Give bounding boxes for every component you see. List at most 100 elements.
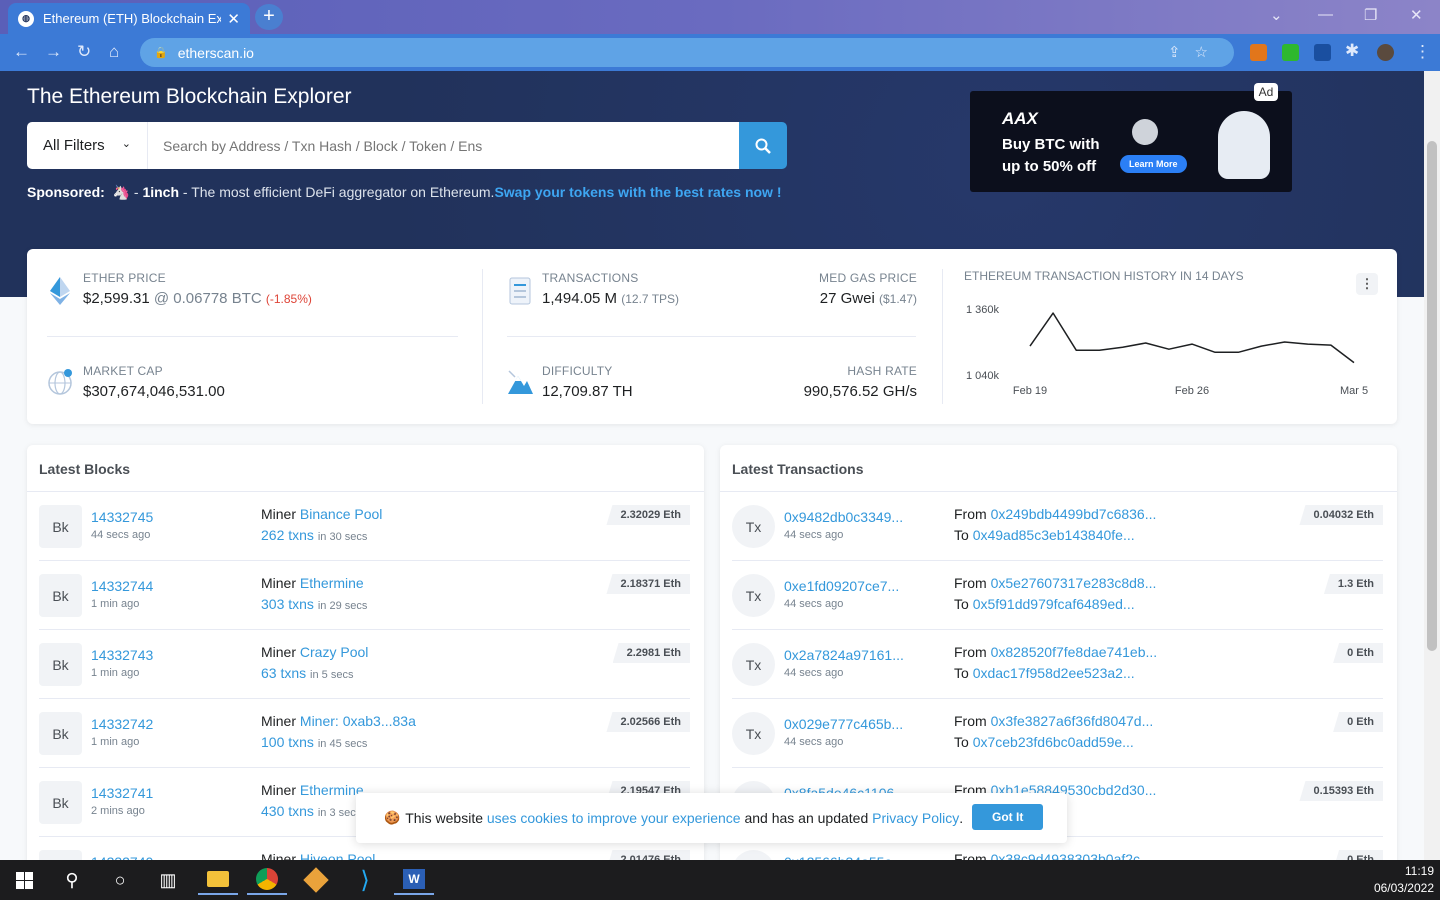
scrollbar-thumb[interactable]	[1427, 141, 1437, 651]
chart-menu-button[interactable]: ⋮	[1356, 273, 1378, 295]
to-address-link[interactable]: 0x5f91dd979fcaf6489ed...	[973, 596, 1135, 612]
to-address-link[interactable]: 0xdac17f958d2ee523a2...	[973, 665, 1135, 681]
block-number-link[interactable]: 14332745	[91, 509, 153, 525]
new-tab-button[interactable]: +	[255, 4, 283, 30]
tx-hash-link[interactable]: 0x9482db0c3349...	[784, 509, 903, 525]
txns-link[interactable]: 262 txns	[261, 527, 314, 543]
hash-rate-label: HASH RATE	[847, 364, 917, 378]
search-icon	[755, 138, 771, 154]
lock-icon[interactable]: 🔒	[154, 46, 168, 59]
metamask-extension-icon[interactable]	[1250, 44, 1267, 61]
menu-dots-icon[interactable]: ⋮	[1414, 42, 1431, 62]
privacy-policy-link[interactable]: Privacy Policy	[872, 810, 959, 826]
got-it-button[interactable]: Got It	[972, 804, 1044, 830]
miner-link[interactable]: Ethermine	[300, 782, 364, 798]
txns-link[interactable]: 100 txns	[261, 734, 314, 750]
ad-headline: Buy BTC with up to 50% off	[1002, 136, 1100, 175]
ad-logo: AAX	[1002, 109, 1038, 128]
clock-time: 11:19	[1404, 864, 1434, 878]
file-explorer-icon[interactable]	[198, 865, 238, 895]
block-row: Bk 14332743 1 min ago Miner Crazy Pool 6…	[39, 630, 690, 699]
word-icon[interactable]: W	[394, 865, 434, 895]
block-txns: 100 txns in 45 secs	[261, 734, 368, 750]
block-miner: Miner Crazy Pool	[261, 644, 369, 660]
extension-icon[interactable]	[1314, 44, 1331, 61]
search-button[interactable]	[739, 122, 787, 169]
txns-link[interactable]: 63 txns	[261, 665, 306, 681]
from-address-link[interactable]: 0x828520f7fe8dae741eb...	[991, 644, 1158, 660]
tx-hash-link[interactable]: 0x2a7824a97161...	[784, 647, 904, 663]
block-number-link[interactable]: 14332743	[91, 647, 153, 663]
task-view-icon[interactable]: ▥	[148, 865, 188, 895]
x-tick-label: Feb 26	[1175, 385, 1209, 397]
windows-start-icon[interactable]	[4, 865, 44, 895]
gas-price-value[interactable]: 27 Gwei	[820, 290, 875, 307]
check-extension-icon[interactable]	[1282, 44, 1299, 61]
miner-link[interactable]: Ethermine	[300, 575, 364, 591]
browser-tab[interactable]: ◍ Ethereum (ETH) Blockchain Explo ✕	[8, 3, 250, 34]
txns-link[interactable]: 430 txns	[261, 803, 314, 819]
block-number-link[interactable]: 14332741	[91, 785, 153, 801]
txns-link[interactable]: 303 txns	[261, 596, 314, 612]
gas-usd-value: ($1.47)	[878, 292, 917, 306]
sponsor-link[interactable]: Swap your tokens with the best rates now…	[494, 184, 781, 200]
block-row: Bk 14332744 1 min ago Miner Ethermine 30…	[39, 561, 690, 630]
close-tab-icon[interactable]: ✕	[227, 10, 240, 28]
hash-rate-value: 990,576.52 GH/s	[803, 383, 917, 400]
miner-link[interactable]: Miner: 0xab3...83a	[300, 713, 416, 729]
to-address-link[interactable]: 0x7ceb23fd6bc0add59e...	[973, 734, 1134, 750]
bitcoin-coin-icon	[1132, 119, 1158, 145]
system-clock[interactable]: 11:19 06/03/2022	[1374, 863, 1434, 897]
ad-learn-more-button[interactable]: Learn More	[1120, 155, 1187, 173]
ether-price-value[interactable]: $2,599.31	[83, 290, 150, 307]
filter-select[interactable]: All Filters ⌄	[27, 122, 148, 169]
tab-title: Ethereum (ETH) Blockchain Explo	[43, 11, 222, 26]
browser-toolbar: ← → ↻ ⌂ 🔒 etherscan.io ⇪☆ ✱ ⋮	[0, 34, 1440, 71]
tx-badge: Tx	[732, 712, 775, 755]
block-number-link[interactable]: 14332742	[91, 716, 153, 732]
tx-hash-link[interactable]: 0xe1fd09207ce7...	[784, 578, 899, 594]
miner-link[interactable]: Hiveon Pool	[300, 851, 376, 860]
reload-icon[interactable]: ↻	[77, 42, 91, 62]
puzzle-extensions-icon[interactable]: ✱	[1345, 41, 1359, 61]
to-address-link[interactable]: 0x49ad85c3eb143840fe...	[973, 527, 1135, 543]
from-address-link[interactable]: 0x3fe3827a6f36fd8047d...	[991, 713, 1154, 729]
block-number-link[interactable]: 14332744	[91, 578, 153, 594]
transaction-row: Tx 0xe1fd09207ce7... 44 secs ago From 0x…	[732, 561, 1383, 630]
cookie-banner: 🍪 This website uses cookies to improve y…	[356, 793, 1067, 843]
block-txns: 430 txns in 3 sec	[261, 803, 356, 819]
vscode-icon[interactable]: ⟩	[345, 865, 385, 895]
from-address-link[interactable]: 0x249bdb4499bd7c6836...	[991, 506, 1157, 522]
cortana-icon[interactable]: ○	[100, 865, 140, 895]
profile-avatar[interactable]	[1377, 44, 1394, 61]
block-reward: 2.01476 Eth	[606, 850, 690, 860]
tx-hash-link[interactable]: 0x029e777c465b...	[784, 716, 903, 732]
tx-age: 44 secs ago	[784, 667, 844, 679]
transactions-value[interactable]: 1,494.05 M	[542, 290, 617, 307]
search-input[interactable]	[148, 122, 739, 169]
from-address-link[interactable]: 0x5e27607317e283c8d8...	[991, 575, 1157, 591]
block-badge: Bk	[39, 712, 82, 755]
from-address-link[interactable]: 0x38c9d4938303b0af2c...	[991, 851, 1152, 860]
chrome-icon[interactable]	[247, 865, 287, 895]
back-icon[interactable]: ←	[13, 42, 30, 62]
ad-banner[interactable]: AAX Buy BTC with up to 50% off Learn More	[970, 91, 1292, 192]
close-window-icon[interactable]: ✕	[1410, 6, 1423, 24]
search-icon[interactable]: ⚲	[52, 865, 92, 895]
cookie-policy-link[interactable]: uses cookies to improve your experience	[487, 810, 741, 826]
1inch-logo-icon: 🦄 -	[108, 184, 143, 200]
tx-from: From 0x38c9d4938303b0af2c...	[954, 851, 1152, 860]
forward-icon[interactable]: →	[45, 42, 62, 62]
miner-link[interactable]: Crazy Pool	[300, 644, 368, 660]
x-tick-label: Mar 5	[1340, 385, 1368, 397]
share-bookmark-icons[interactable]: ⇪☆	[1168, 43, 1222, 61]
miner-link[interactable]: Binance Pool	[300, 506, 383, 522]
restore-icon[interactable]: ❐	[1364, 6, 1377, 24]
minimize-icon[interactable]: —	[1318, 6, 1333, 23]
home-icon[interactable]: ⌂	[109, 42, 119, 62]
cookie-text: This website	[405, 810, 483, 826]
git-app-icon[interactable]	[296, 865, 336, 895]
address-bar[interactable]: 🔒 etherscan.io ⇪☆	[140, 38, 1234, 67]
tab-search-icon[interactable]: ⌄	[1270, 6, 1283, 24]
page-scrollbar[interactable]	[1424, 71, 1440, 860]
